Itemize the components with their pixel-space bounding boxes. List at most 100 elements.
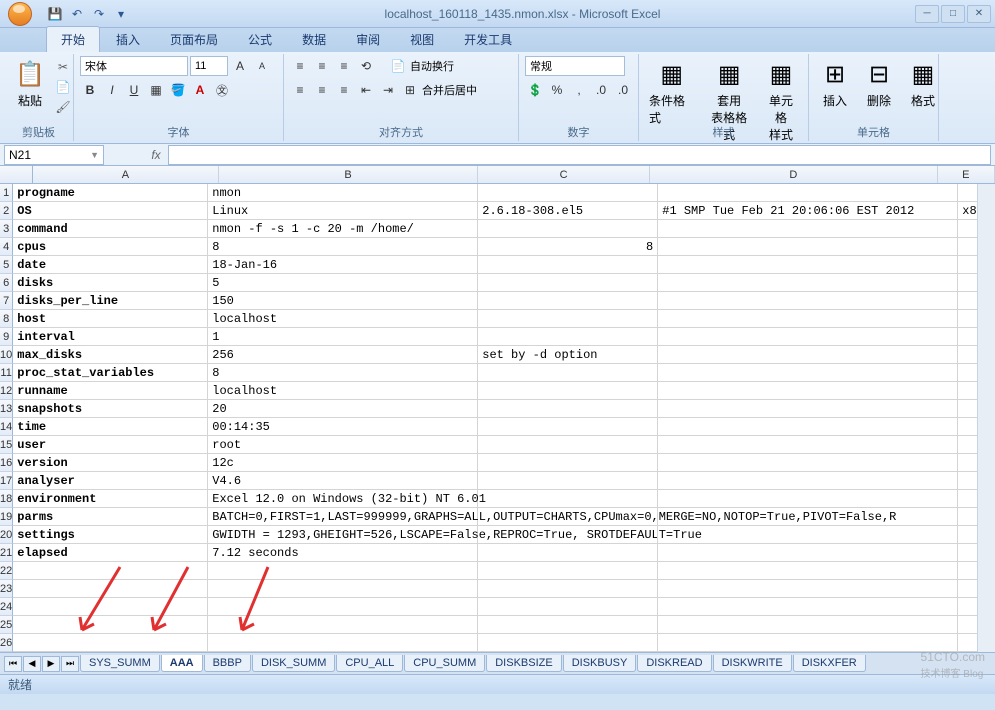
cell-D11[interactable]	[658, 364, 958, 382]
column-header-D[interactable]: D	[650, 166, 937, 183]
cell-B26[interactable]	[208, 634, 478, 652]
cell-D26[interactable]	[658, 634, 958, 652]
comma-icon[interactable]: ,	[569, 80, 589, 100]
cell-B17[interactable]: V4.6	[208, 472, 478, 490]
sheet-tab-DISK_SUMM[interactable]: DISK_SUMM	[252, 655, 335, 672]
cell-C20[interactable]	[478, 526, 658, 544]
cell-A18[interactable]: environment	[13, 490, 208, 508]
align-left-icon[interactable]: ≡	[290, 80, 310, 100]
qat-dropdown-icon[interactable]: ▾	[112, 5, 130, 23]
row-header-11[interactable]: 11	[0, 364, 13, 382]
row-header-21[interactable]: 21	[0, 544, 13, 562]
office-button[interactable]	[0, 0, 40, 28]
orientation-icon[interactable]: ⟲	[356, 56, 376, 76]
cell-D9[interactable]	[658, 328, 958, 346]
cell-B14[interactable]: 00:14:35	[208, 418, 478, 436]
cell-A22[interactable]	[13, 562, 208, 580]
cell-A19[interactable]: parms	[13, 508, 208, 526]
cell-B12[interactable]: localhost	[208, 382, 478, 400]
sheet-tab-SYS_SUMM[interactable]: SYS_SUMM	[80, 655, 160, 672]
cell-B1[interactable]: nmon	[208, 184, 478, 202]
font-color-button[interactable]: A	[190, 80, 210, 100]
cell-C22[interactable]	[478, 562, 658, 580]
cell-B4[interactable]: 8	[208, 238, 478, 256]
decrease-decimal-icon[interactable]: .0	[613, 80, 633, 100]
percent-icon[interactable]: %	[547, 80, 567, 100]
cell-A12[interactable]: runname	[13, 382, 208, 400]
cell-A26[interactable]	[13, 634, 208, 652]
cell-C10[interactable]: set by -d option	[478, 346, 658, 364]
cell-B22[interactable]	[208, 562, 478, 580]
cell-B11[interactable]: 8	[208, 364, 478, 382]
row-header-22[interactable]: 22	[0, 562, 13, 580]
cell-C3[interactable]	[478, 220, 658, 238]
sheet-tab-DISKWRITE[interactable]: DISKWRITE	[713, 655, 792, 672]
cell-D18[interactable]	[658, 490, 958, 508]
sheet-tab-CPU_SUMM[interactable]: CPU_SUMM	[404, 655, 485, 672]
cell-A1[interactable]: progname	[13, 184, 208, 202]
sheet-nav-prev[interactable]: ◀	[23, 656, 41, 672]
sheet-tab-AAA[interactable]: AAA	[161, 655, 203, 672]
cell-C4[interactable]: 8	[478, 238, 658, 256]
row-header-15[interactable]: 15	[0, 436, 13, 454]
row-header-8[interactable]: 8	[0, 310, 13, 328]
bold-button[interactable]: B	[80, 80, 100, 100]
cell-B25[interactable]	[208, 616, 478, 634]
cell-D7[interactable]	[658, 292, 958, 310]
cell-C23[interactable]	[478, 580, 658, 598]
vertical-scrollbar[interactable]	[977, 184, 995, 652]
cell-D22[interactable]	[658, 562, 958, 580]
undo-icon[interactable]: ↶	[68, 5, 86, 23]
row-header-4[interactable]: 4	[0, 238, 13, 256]
delete-cells-button[interactable]: ⊟删除	[859, 56, 899, 111]
cell-C19[interactable]	[478, 508, 658, 526]
maximize-button[interactable]: □	[941, 5, 965, 23]
cell-C1[interactable]	[478, 184, 658, 202]
sheet-nav-next[interactable]: ▶	[42, 656, 60, 672]
row-header-3[interactable]: 3	[0, 220, 13, 238]
cell-C21[interactable]	[478, 544, 658, 562]
cell-B19[interactable]: BATCH=0,FIRST=1,LAST=999999,GRAPHS=ALL,O…	[208, 508, 478, 526]
cell-A15[interactable]: user	[13, 436, 208, 454]
cell-C6[interactable]	[478, 274, 658, 292]
number-format-select[interactable]	[525, 56, 625, 76]
sheet-tab-DISKBUSY[interactable]: DISKBUSY	[563, 655, 637, 672]
cell-D6[interactable]	[658, 274, 958, 292]
cell-B9[interactable]: 1	[208, 328, 478, 346]
cell-D3[interactable]	[658, 220, 958, 238]
cell-C2[interactable]: 2.6.18-308.el5	[478, 202, 658, 220]
increase-font-icon[interactable]: A	[230, 56, 250, 76]
row-header-16[interactable]: 16	[0, 454, 13, 472]
cell-B13[interactable]: 20	[208, 400, 478, 418]
fx-button[interactable]: fx	[144, 145, 168, 165]
cell-A14[interactable]: time	[13, 418, 208, 436]
underline-button[interactable]: U	[124, 80, 144, 100]
cell-D17[interactable]	[658, 472, 958, 490]
row-header-17[interactable]: 17	[0, 472, 13, 490]
cell-C25[interactable]	[478, 616, 658, 634]
border-button[interactable]: ▦	[146, 80, 166, 100]
cell-A6[interactable]: disks	[13, 274, 208, 292]
cell-D5[interactable]	[658, 256, 958, 274]
cell-D8[interactable]	[658, 310, 958, 328]
cell-B6[interactable]: 5	[208, 274, 478, 292]
column-header-C[interactable]: C	[478, 166, 650, 183]
cell-B3[interactable]: nmon -f -s 1 -c 20 -m /home/	[208, 220, 478, 238]
cell-A24[interactable]	[13, 598, 208, 616]
row-header-13[interactable]: 13	[0, 400, 13, 418]
ribbon-tab-0[interactable]: 开始	[46, 26, 100, 52]
cell-D2[interactable]: #1 SMP Tue Feb 21 20:06:06 EST 2012	[658, 202, 958, 220]
ribbon-tab-1[interactable]: 插入	[102, 27, 154, 52]
sheet-tab-DISKBSIZE[interactable]: DISKBSIZE	[486, 655, 561, 672]
cell-C11[interactable]	[478, 364, 658, 382]
sheet-nav-first[interactable]: ⏮	[4, 656, 22, 672]
row-header-18[interactable]: 18	[0, 490, 13, 508]
row-header-25[interactable]: 25	[0, 616, 13, 634]
cell-B15[interactable]: root	[208, 436, 478, 454]
sheet-tab-DISKXFER[interactable]: DISKXFER	[793, 655, 866, 672]
row-header-20[interactable]: 20	[0, 526, 13, 544]
sheet-tab-DISKREAD[interactable]: DISKREAD	[637, 655, 711, 672]
cut-icon[interactable]: ✂	[54, 58, 72, 76]
cell-B24[interactable]	[208, 598, 478, 616]
ribbon-tab-6[interactable]: 视图	[396, 27, 448, 52]
